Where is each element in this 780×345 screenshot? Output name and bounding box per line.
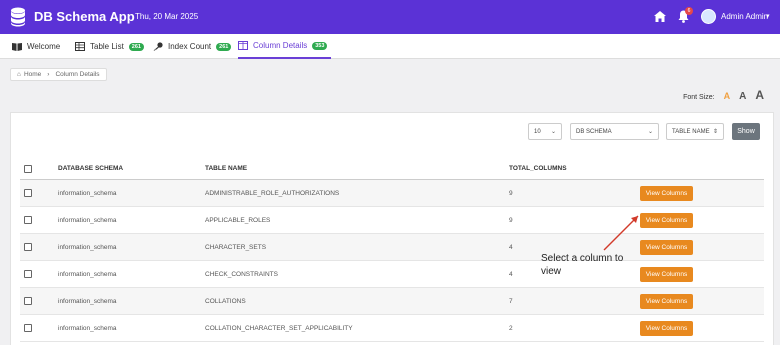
sort-icon: ⇕ [712, 129, 718, 135]
chevron-right-icon: › [47, 71, 50, 78]
table-name-select[interactable]: TABLE NAME ⇕ [666, 123, 724, 140]
table-row: information_schema COLLATION_CHARACTER_S… [20, 315, 764, 342]
breadcrumb-current: Column Details [55, 71, 100, 78]
cell-table-name: CHARACTER_SETS [205, 243, 267, 251]
chevron-down-icon: ⌄ [647, 129, 653, 135]
cell-schema: information_schema [58, 216, 117, 224]
row-checkbox[interactable] [24, 270, 32, 278]
view-columns-button[interactable]: View Columns [640, 320, 693, 336]
app-title[interactable]: DB Schema App [34, 9, 135, 24]
top-navbar: DB Schema App Thu, 20 Mar 2025 6 Admin A… [0, 0, 780, 34]
page-length-select[interactable]: 10 ⌄ [528, 123, 562, 140]
table-row: information_schema ADMINISTRABLE_ROLE_AU… [20, 180, 764, 207]
notification-badge: 6 [685, 7, 693, 15]
current-date: Thu, 20 Mar 2025 [135, 12, 199, 21]
cell-total-columns: 7 [509, 297, 513, 305]
row-checkbox[interactable] [24, 243, 32, 251]
cell-table-name: APPLICABLE_ROLES [205, 216, 271, 224]
table-row: information_schema COLLATIONS 7 View Col… [20, 288, 764, 315]
font-size-medium-button[interactable]: A [739, 91, 746, 102]
count-badge: 261 [128, 42, 144, 51]
annotation-callout: Select a column to view [541, 253, 624, 277]
font-size-label: Font Size: [683, 94, 715, 101]
cell-schema: information_schema [58, 297, 117, 305]
header-database-schema[interactable]: DATABASE SCHEMA [58, 158, 123, 179]
view-columns-button[interactable]: View Columns [640, 212, 693, 228]
chevron-down-icon: ⌄ [550, 129, 556, 135]
font-size-control: Font Size: A A A [683, 88, 764, 102]
view-columns-button[interactable]: View Columns [640, 239, 693, 255]
schema-select[interactable]: DB SCHEMA ⌄ [570, 123, 659, 140]
row-checkbox[interactable] [24, 297, 32, 305]
table-row: information_schema CHECK_CONSTRAINTS 4 V… [20, 261, 764, 288]
table-header: DATABASE SCHEMA TABLE NAME TOTAL_COLUMNS [20, 158, 764, 180]
tab-column-details[interactable]: Column Details 353 [238, 34, 332, 59]
breadcrumb-home[interactable]: Home [24, 71, 41, 78]
table-icon [75, 42, 85, 51]
tab-label: Column Details [253, 41, 308, 50]
user-menu[interactable]: Admin Admin [721, 12, 768, 21]
select-value: 10 [534, 128, 541, 135]
cell-total-columns: 2 [509, 324, 513, 332]
cell-total-columns: 4 [509, 243, 513, 251]
key-icon [153, 42, 163, 51]
show-button[interactable]: Show [732, 123, 760, 140]
font-size-large-button[interactable]: A [755, 88, 764, 102]
cell-total-columns: 9 [509, 216, 513, 224]
tab-label: Table List [90, 42, 124, 51]
book-icon [12, 43, 22, 51]
cell-total-columns: 4 [509, 270, 513, 278]
count-badge: 261 [216, 42, 232, 51]
font-size-small-button[interactable]: A [724, 91, 731, 101]
cell-total-columns: 9 [509, 189, 513, 197]
count-badge: 353 [312, 41, 328, 50]
home-icon: ⌂ [17, 71, 21, 78]
cell-schema: information_schema [58, 324, 117, 332]
cell-table-name: ADMINISTRABLE_ROLE_AUTHORIZATIONS [205, 189, 340, 197]
home-icon[interactable] [654, 11, 666, 22]
header-table-name[interactable]: TABLE NAME [205, 158, 247, 179]
cell-table-name: COLLATIONS [205, 297, 246, 305]
avatar[interactable] [701, 9, 716, 24]
tab-table-list[interactable]: Table List 261 [75, 34, 144, 59]
database-icon [11, 7, 25, 27]
cell-schema: information_schema [58, 270, 117, 278]
cell-table-name: COLLATION_CHARACTER_SET_APPLICABILITY [205, 324, 353, 332]
select-all-checkbox[interactable] [24, 164, 32, 173]
tab-index-count[interactable]: Index Count 261 [153, 34, 232, 59]
view-columns-button[interactable]: View Columns [640, 266, 693, 282]
annotation-arrow-icon [603, 215, 639, 251]
row-checkbox[interactable] [24, 324, 32, 332]
header-total-columns[interactable]: TOTAL_COLUMNS [509, 158, 567, 179]
view-columns-button[interactable]: View Columns [640, 185, 693, 201]
select-value: TABLE NAME [672, 128, 710, 135]
cell-table-name: CHECK_CONSTRAINTS [205, 270, 278, 278]
table-row: information_schema APPLICABLE_ROLES 9 Vi… [20, 207, 764, 234]
tab-label: Index Count [168, 42, 212, 51]
row-checkbox[interactable] [24, 216, 32, 224]
select-value: DB SCHEMA [576, 128, 612, 135]
row-checkbox[interactable] [24, 189, 32, 197]
columns-icon [238, 41, 248, 50]
breadcrumb: ⌂ Home › Column Details [10, 68, 107, 81]
view-columns-button[interactable]: View Columns [640, 293, 693, 309]
cell-schema: information_schema [58, 243, 117, 251]
tab-bar: Welcome Table List 261 Index Count 261 C… [0, 34, 780, 59]
table-row: information_schema CHARACTER_SETS 4 View… [20, 234, 764, 261]
cell-schema: information_schema [58, 189, 117, 197]
tab-welcome[interactable]: Welcome [12, 34, 60, 59]
chevron-down-icon[interactable]: ▾ [766, 12, 770, 20]
tab-label: Welcome [27, 42, 61, 51]
